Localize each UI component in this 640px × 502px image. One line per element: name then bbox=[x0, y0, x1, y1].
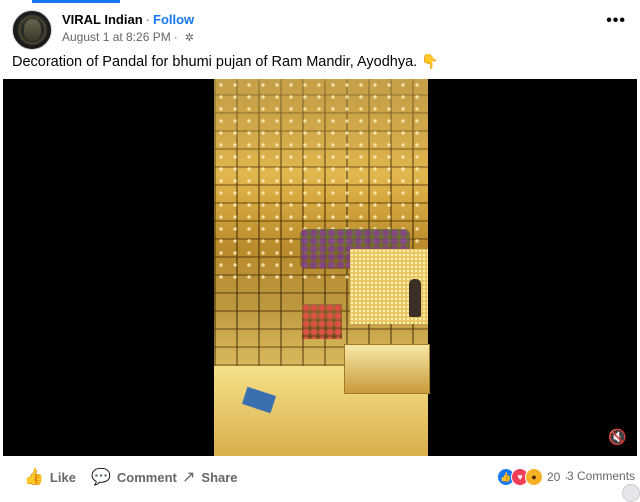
person-figure bbox=[409, 279, 421, 317]
video-player[interactable]: 🔇 bbox=[3, 79, 637, 456]
more-options-icon[interactable]: ••• bbox=[606, 12, 626, 30]
thumbs-up-icon: 👍 bbox=[24, 469, 44, 486]
share-label: Share bbox=[201, 469, 238, 485]
reaction-count: 20 bbox=[547, 470, 561, 484]
video-frame bbox=[214, 79, 430, 456]
altar-decoration bbox=[302, 304, 342, 339]
post-timestamp[interactable]: August 1 at 8:26 PM bbox=[62, 30, 171, 44]
separator-dot: · bbox=[145, 12, 150, 27]
avatar-face bbox=[24, 19, 41, 41]
share-button[interactable]: ↗ Share bbox=[182, 467, 238, 487]
comments-count-link[interactable]: 3 Comments bbox=[567, 469, 635, 483]
pointing-down-emoji: 👇 bbox=[421, 53, 439, 69]
author-row: VIRAL Indian · Follow bbox=[62, 11, 194, 28]
like-label: Like bbox=[49, 469, 76, 485]
caption-text: Decoration of Pandal for bhumi pujan of … bbox=[12, 54, 418, 70]
golden-table bbox=[344, 344, 430, 394]
author-avatar[interactable] bbox=[12, 10, 52, 50]
post-caption: Decoration of Pandal for bhumi pujan of … bbox=[12, 52, 439, 71]
post-meta: VIRAL Indian · Follow August 1 at 8:26 PM … bbox=[62, 11, 194, 44]
mute-icon[interactable]: 🔇 bbox=[608, 428, 627, 446]
comment-label: Comment bbox=[116, 469, 177, 485]
share-arrow-icon: ↗ bbox=[182, 469, 196, 486]
viewer-avatar[interactable] bbox=[622, 484, 640, 502]
follow-button[interactable]: Follow bbox=[153, 12, 194, 27]
author-name[interactable]: VIRAL Indian bbox=[62, 12, 143, 27]
timestamp-row: August 1 at 8:26 PM · ✲ bbox=[62, 30, 194, 44]
post-header: VIRAL Indian · Follow August 1 at 8:26 PM … bbox=[12, 10, 630, 50]
post-actions-bar: 👍 Like 💬 Comment ↗ Share 👍 ♥ ● 20 · 3 Co… bbox=[0, 458, 640, 497]
speech-bubble-icon: 💬 bbox=[91, 469, 111, 486]
gear-icon[interactable]: ✲ bbox=[185, 31, 194, 44]
reactions-summary[interactable]: 👍 ♥ ● 20 · bbox=[497, 468, 568, 486]
comment-button[interactable]: 💬 Comment bbox=[91, 467, 177, 487]
active-tab-indicator bbox=[32, 0, 120, 3]
like-button[interactable]: 👍 Like bbox=[24, 467, 76, 487]
time-separator: · bbox=[173, 30, 178, 44]
wow-reaction-icon: ● bbox=[525, 468, 543, 486]
